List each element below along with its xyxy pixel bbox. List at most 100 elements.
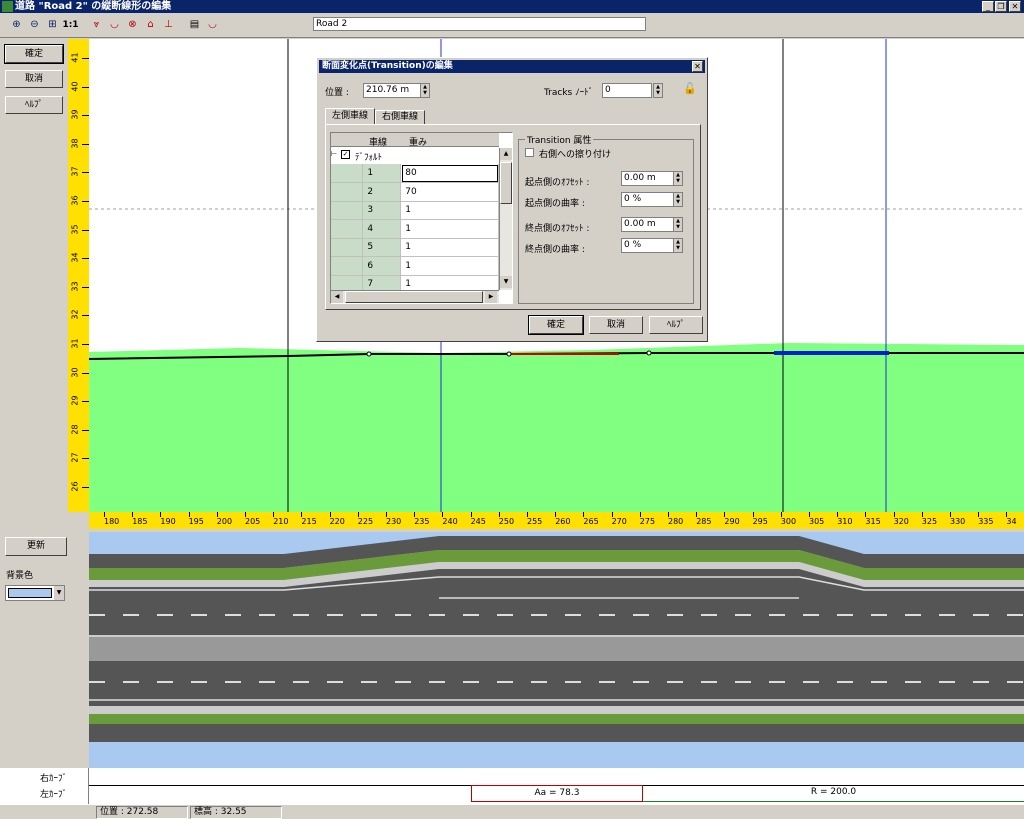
- table-row[interactable]: 31: [331, 201, 499, 220]
- cancel-button[interactable]: 取消: [5, 70, 63, 88]
- profile-icon-2[interactable]: ◡: [106, 16, 123, 34]
- grid-vscroll-thumb[interactable]: [500, 162, 512, 204]
- hruler-tick-label: 235: [414, 517, 430, 526]
- hruler-tick-mark: [386, 512, 387, 517]
- hruler-tick-mark: [865, 512, 867, 517]
- dialog-cancel-button[interactable]: 取消: [589, 316, 643, 334]
- table-row[interactable]: 51: [331, 238, 499, 257]
- hruler-tick-label: 330: [950, 517, 966, 526]
- road-name-field[interactable]: Road 2: [313, 17, 646, 31]
- hruler-tick-mark: [132, 512, 134, 517]
- hruler-tick-mark: [809, 512, 810, 517]
- default-checkbox[interactable]: ✓: [341, 150, 350, 159]
- group-title: Transition 属性: [525, 133, 594, 146]
- ground-area: [89, 359, 1024, 512]
- vruler-tick-mark: [82, 286, 89, 288]
- horizontal-ruler: 180 185 190 195 200 205 210 215 220 225 230 235 240 2…: [89, 512, 1024, 529]
- profile-node: [506, 351, 512, 357]
- position-label: 位置 :: [325, 88, 349, 98]
- hruler-tick-label: 275: [639, 517, 656, 526]
- curve-panel: 右ｶｰﾌﾞ 左ｶｰﾌﾞ Aa = 78.3 R = 200.0: [0, 768, 1024, 804]
- end-offset-stepper[interactable]: ▲ ▼: [673, 217, 683, 232]
- zoom-in-icon[interactable]: ⊕: [8, 16, 25, 34]
- vruler-tick-mark: [82, 58, 89, 59]
- hruler-tick-label: 34: [1006, 517, 1017, 526]
- lane-weight[interactable]: 1: [400, 238, 499, 257]
- table-row[interactable]: 61: [331, 256, 499, 276]
- tracks-node-field[interactable]: 0: [602, 83, 652, 98]
- tab-left-lanes[interactable]: 左側車線: [325, 108, 375, 125]
- hruler-tick-mark: [752, 512, 754, 517]
- vruler-tick-mark: [82, 115, 89, 117]
- one-to-one-icon[interactable]: 1:1: [62, 16, 79, 34]
- lane-weight[interactable]: 70: [400, 182, 499, 202]
- vruler-tick-mark: [82, 258, 89, 260]
- profile-icon-1[interactable]: ⩔: [88, 16, 105, 34]
- snap-right-checkbox[interactable]: [525, 148, 534, 157]
- lock-icon[interactable]: 🔓: [683, 82, 699, 98]
- grid-vscrollbar[interactable]: ▲ ▼: [499, 148, 512, 290]
- hruler-tick-label: 305: [809, 517, 825, 526]
- ok-button[interactable]: 確定: [4, 44, 64, 64]
- start-curvature-field[interactable]: 0 %: [621, 192, 674, 207]
- hruler-tick-mark: [527, 512, 528, 517]
- grid-hscroll-thumb[interactable]: [345, 291, 483, 303]
- start-curvature-stepper[interactable]: ▲ ▼: [673, 192, 683, 207]
- update-button[interactable]: 更新: [5, 537, 67, 556]
- hruler-tick-mark: [160, 512, 162, 517]
- position-field[interactable]: 210.76 m: [363, 83, 421, 98]
- profile-icon-6[interactable]: ◡: [204, 16, 221, 34]
- profile-icon-4[interactable]: ⌂: [142, 16, 159, 34]
- dialog-close-icon[interactable]: ✕: [692, 61, 703, 72]
- hruler-tick-mark: [555, 512, 557, 517]
- chevron-down-icon[interactable]: ▼: [54, 586, 64, 600]
- lane-weight[interactable]: 80: [400, 164, 499, 183]
- vruler-tick-mark: [82, 429, 89, 431]
- table-row[interactable]: 41: [331, 219, 499, 239]
- restore-button[interactable]: ❐: [995, 1, 1007, 12]
- profile-icon-5[interactable]: ⊥: [160, 16, 177, 34]
- position-stepper[interactable]: ▲ ▼: [420, 83, 430, 98]
- zoom-out-icon[interactable]: ⊖: [26, 16, 43, 34]
- vruler-tick-mark: [82, 172, 89, 174]
- right-curve-label: 右ｶｰﾌﾞ: [40, 774, 68, 784]
- fit-icon[interactable]: ⊞: [44, 16, 61, 34]
- hruler-tick-mark: [639, 512, 641, 517]
- lane-weight-grid[interactable]: 車線 重み ⊢ ✓ ﾃﾞﾌｫﾙﾄ 1 80 2 70 3 1 4 1 5 1 6 1 7 1 ▲ ▼ ◀ …: [330, 132, 513, 304]
- bg-color-label: 背景色: [6, 571, 34, 581]
- page-icon[interactable]: ▤: [186, 16, 203, 34]
- hruler-tick-mark: [611, 512, 613, 517]
- close-button[interactable]: ✕: [1009, 1, 1021, 12]
- dialog-ok-button[interactable]: 確定: [528, 315, 584, 335]
- vruler-tick-label: 41: [70, 52, 80, 63]
- hruler-tick-label: 335: [978, 517, 994, 526]
- lane-weight[interactable]: 1: [400, 219, 499, 239]
- table-row[interactable]: 2 70: [331, 182, 499, 202]
- dialog-help-button[interactable]: ﾍﾙﾌﾟ: [649, 316, 703, 334]
- start-curvature-label: 起点側の曲率 :: [525, 199, 585, 209]
- bg-color-swatch: [8, 588, 52, 598]
- transition-curve-segment[interactable]: Aa = 78.3: [471, 785, 643, 802]
- end-offset-field[interactable]: 0.00 m: [621, 217, 674, 232]
- start-offset-field[interactable]: 0.00 m: [621, 171, 674, 186]
- bg-color-picker[interactable]: ▼: [5, 585, 65, 601]
- minimize-button[interactable]: _: [982, 1, 994, 12]
- grid-header-lane: 車線: [369, 138, 388, 148]
- vruler-tick-label: 34: [70, 252, 80, 263]
- vruler-tick-label: 31: [70, 338, 80, 349]
- help-button[interactable]: ﾍﾙﾌﾟ: [5, 96, 63, 114]
- hruler-tick-mark: [780, 512, 782, 517]
- table-row[interactable]: 1 80: [331, 164, 499, 183]
- tracks-node-stepper[interactable]: ▲ ▼: [653, 83, 663, 98]
- profile-icon-3[interactable]: ⊗: [124, 16, 141, 34]
- profile-node: [366, 351, 372, 357]
- end-curvature-stepper[interactable]: ▲ ▼: [673, 238, 683, 253]
- lane-weight[interactable]: 1: [400, 256, 499, 276]
- grid-hscrollbar[interactable]: ◀ ▶: [331, 290, 499, 303]
- tab-right-lanes[interactable]: 右側車線: [375, 110, 425, 125]
- end-curvature-field[interactable]: 0 %: [621, 238, 674, 253]
- circular-curve-segment[interactable]: R = 200.0: [643, 785, 1024, 802]
- lane-weight[interactable]: 1: [400, 201, 499, 220]
- start-offset-stepper[interactable]: ▲ ▼: [673, 171, 683, 186]
- hruler-tick-mark: [357, 512, 359, 517]
